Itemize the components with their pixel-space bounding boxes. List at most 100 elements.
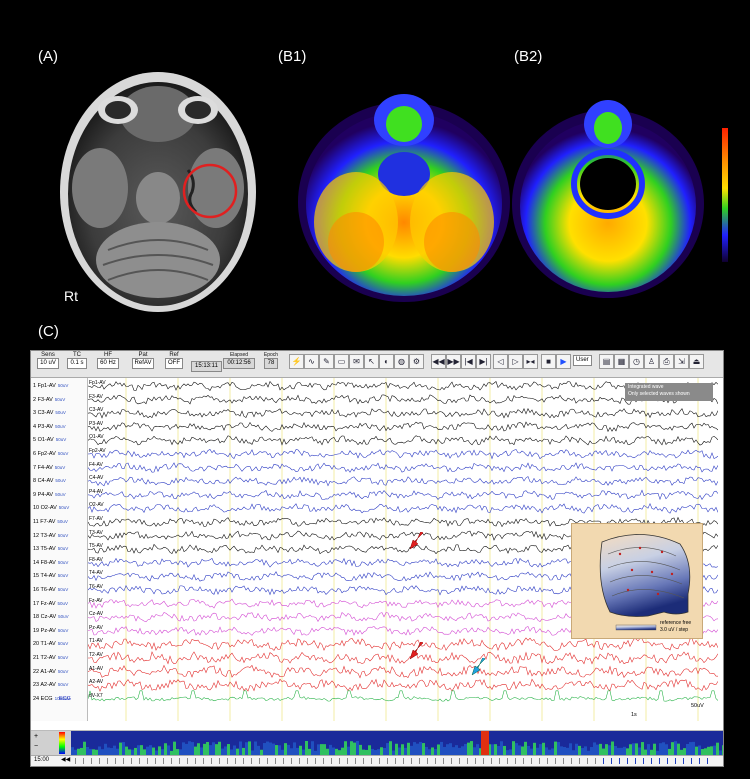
hf-select[interactable]: 60 Hz <box>97 358 119 369</box>
channel-label[interactable]: 22 A1-AV 50uV <box>33 669 68 675</box>
timeline-tick <box>707 758 708 764</box>
map-icon[interactable]: ◐ <box>379 354 394 369</box>
note-icon[interactable]: ✉ <box>349 354 364 369</box>
trace-label: Fz-AV <box>89 597 103 604</box>
trace-label: A1-AV <box>89 665 104 672</box>
trace-label: T3-AV <box>89 529 103 536</box>
channel-label[interactable]: 11 F7-AV 50uV <box>33 519 68 525</box>
topography-icon[interactable]: ◍ <box>394 354 409 369</box>
channel-label[interactable]: 16 T6-AV 50uV <box>33 587 68 593</box>
spectrogram-column <box>545 747 548 755</box>
timeline-tick <box>675 758 676 764</box>
spectrum-controls[interactable]: + − <box>31 731 71 755</box>
eeg-trace <box>88 380 718 391</box>
chart-icon[interactable]: ▦ <box>614 354 629 369</box>
save-icon[interactable]: ▤ <box>599 354 614 369</box>
export-icon[interactable]: ⇲ <box>674 354 689 369</box>
channel-label[interactable]: 2 F3-AV 50uV <box>33 397 65 403</box>
channel-label[interactable]: 4 P3-AV 50uV <box>33 424 66 430</box>
channel-label[interactable]: 14 F8-AV 50uV <box>33 560 68 566</box>
spectrogram-column <box>512 741 515 755</box>
topo-reference-label: reference free <box>660 620 692 626</box>
spectrogram-column <box>113 745 116 755</box>
red-arrow-upper <box>409 532 424 550</box>
spectrogram-column <box>524 741 527 755</box>
marker-icon[interactable]: ✎ <box>319 354 334 369</box>
first-page-icon[interactable]: |◀ <box>461 354 476 369</box>
timeline-tick <box>371 758 372 764</box>
channel-label[interactable]: 18 Cz-AV 50uV <box>33 614 69 620</box>
step-forward-icon[interactable]: ▷ <box>508 354 523 369</box>
zoom-out-icon[interactable]: − <box>34 743 38 750</box>
forward-icon[interactable]: ▶▶ <box>446 354 461 369</box>
timeline-back-icon[interactable]: ◀◀ <box>61 756 70 763</box>
channel-unit: 50uV <box>55 423 66 429</box>
step-back-icon[interactable]: ◁ <box>493 354 508 369</box>
channel-unit: 50uV <box>57 532 69 538</box>
channel-name: 24 ECG <box>33 695 53 702</box>
channel-name: 1 Fp1-AV <box>33 383 56 389</box>
timeline-tick <box>515 758 516 764</box>
zoom-in-icon[interactable]: + <box>34 733 38 740</box>
panel-label-b1: (B1) <box>278 48 307 65</box>
split-icon[interactable]: ▸◂ <box>523 354 538 369</box>
spectrogram-column <box>407 742 410 755</box>
spectrogram-column <box>554 741 557 755</box>
timeline-tick <box>435 758 436 764</box>
rewind-icon[interactable]: ◀◀ <box>431 354 446 369</box>
eeg-trace <box>88 690 718 702</box>
ruler-icon[interactable]: ▭ <box>334 354 349 369</box>
pat-select[interactable]: RefAV <box>131 358 155 369</box>
channel-label[interactable]: 6 Fp2-AV 50uV <box>33 451 68 457</box>
channel-label[interactable]: 20 T1-AV 50uV <box>33 641 68 647</box>
sens-select[interactable]: 10 uV <box>37 358 59 369</box>
spectrogram-column <box>575 743 578 755</box>
timeline-tick <box>275 758 276 764</box>
person-icon[interactable]: ♙ <box>644 354 659 369</box>
last-page-icon[interactable]: ▶| <box>476 354 491 369</box>
timeline-tick <box>331 758 332 764</box>
spectrogram-column <box>197 743 200 755</box>
channel-label[interactable]: 10 O2-AV 50uV <box>33 505 69 511</box>
spectrogram-column <box>443 746 446 755</box>
channel-unit: 50uV <box>57 668 69 674</box>
eeg-trace <box>88 503 718 514</box>
channel-label[interactable]: 13 T5-AV 50uV <box>33 546 68 552</box>
timeline-tick <box>387 758 388 764</box>
spectrogram-column <box>608 745 611 755</box>
channel-label[interactable]: 12 T3-AV 50uV <box>33 533 68 539</box>
settings-icon[interactable]: ⚙ <box>409 354 424 369</box>
timeline-bar[interactable]: 15:00 ◀◀ <box>31 755 723 766</box>
print-icon[interactable]: ⎙ <box>659 354 674 369</box>
pointer-icon[interactable]: ↖ <box>364 354 379 369</box>
spectrogram-column <box>713 745 716 755</box>
trace-label: T4-AV <box>89 570 103 577</box>
channel-label[interactable]: 1 Fp1-AV 50uV <box>33 383 68 389</box>
channel-label[interactable]: 9 P4-AV 50uV <box>33 492 66 498</box>
filter-icon[interactable]: ∿ <box>304 354 319 369</box>
spectrogram-column <box>125 746 128 755</box>
channel-label[interactable]: 7 F4-AV 50uV <box>33 465 65 471</box>
channel-label[interactable]: 17 Fz-AV 50uV <box>33 601 68 607</box>
channel-label[interactable]: 5 O1-AV 50uV <box>33 437 66 443</box>
channel-label[interactable]: 21 T2-AV 50uV <box>33 655 68 661</box>
channel-label[interactable]: 3 C3-AV 50uV <box>33 410 66 416</box>
channel-unit: 50uV <box>57 519 68 524</box>
trace-label: C3-AV <box>89 407 104 414</box>
spectrogram-column <box>641 742 644 755</box>
channel-label[interactable]: 23 A2-AV 50uV <box>33 682 68 688</box>
timeline-tick <box>691 758 692 764</box>
exit-icon[interactable]: ⏏ <box>689 354 704 369</box>
montage-icon[interactable]: ⚡ <box>289 354 304 369</box>
stop-icon[interactable]: ■ <box>541 354 556 369</box>
channel-label[interactable]: 19 Pz-AV 50uV <box>33 628 68 634</box>
spectrogram-column <box>383 748 386 755</box>
spectrogram-column <box>446 744 449 755</box>
channel-label[interactable]: 8 C4-AV 50uV <box>33 478 66 484</box>
channel-label[interactable]: 15 T4-AV 50uV <box>33 573 68 579</box>
user-select[interactable]: User <box>573 355 592 366</box>
play-icon[interactable]: ▶ <box>556 354 571 369</box>
clock-icon[interactable]: ◷ <box>629 354 644 369</box>
tc-select[interactable]: 0.1 s <box>67 358 87 369</box>
ref-select[interactable]: OFF <box>165 358 183 369</box>
